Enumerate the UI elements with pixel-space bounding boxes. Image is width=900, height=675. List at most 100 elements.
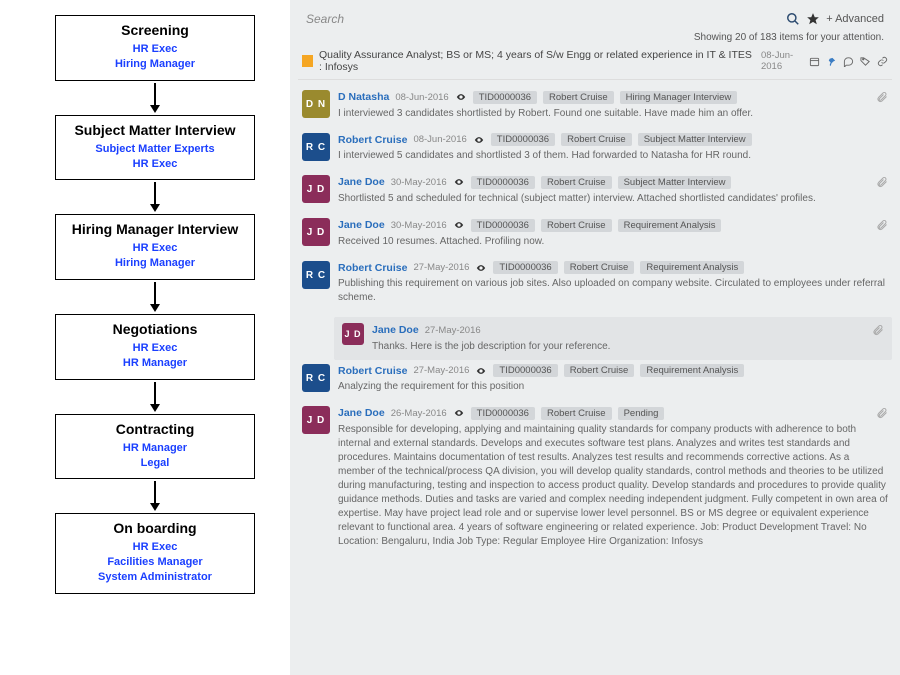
post-tag[interactable]: TID0000036 — [493, 261, 557, 274]
reply: J DJane Doe27-May-2016Thanks. Here is th… — [334, 317, 892, 360]
avatar[interactable]: J D — [302, 406, 330, 434]
feed-post: R C Robert Cruise27-May-2016TID0000036Rob… — [298, 257, 892, 313]
flow-step-title: Contracting — [64, 421, 246, 437]
post-text: Received 10 resumes. Attached. Profiling… — [338, 235, 888, 249]
attachment-icon[interactable] — [876, 406, 888, 420]
post-tag[interactable]: Robert Cruise — [561, 133, 632, 146]
flow-step: Subject Matter InterviewSubject Matter E… — [55, 115, 255, 181]
post-tag[interactable]: TID0000036 — [491, 133, 555, 146]
flow-step: Contracting HR ManagerLegal — [55, 414, 255, 480]
activity-feed-panel: Search + Advanced Showing 20 of 183 item… — [290, 0, 900, 675]
visibility-icon[interactable] — [453, 220, 465, 230]
flow-step-roles: HR ManagerLegal — [64, 441, 246, 471]
post-tag[interactable]: TID0000036 — [471, 407, 535, 420]
status-summary: Showing 20 of 183 items for your attenti… — [694, 32, 884, 43]
feed-post: J D Jane Doe26-May-2016TID0000036Robert C… — [298, 402, 892, 557]
post-body: Jane Doe 30-May-2016 TID0000036 Robert Crui… — [338, 218, 888, 249]
post-tag[interactable]: Subject Matter Interview — [618, 176, 732, 189]
post-tag[interactable]: Robert Cruise — [564, 261, 635, 274]
post-date: 27-May-2016 — [413, 365, 469, 376]
post-tag[interactable]: Robert Cruise — [564, 364, 635, 377]
avatar[interactable]: R C — [302, 133, 330, 161]
visibility-icon[interactable] — [453, 177, 465, 187]
avatar[interactable]: J D — [342, 323, 364, 345]
flow-step-roles: HR ExecHiring Manager — [64, 241, 246, 271]
post-author[interactable]: Jane Doe — [372, 324, 419, 336]
visibility-icon[interactable] — [473, 135, 485, 145]
flow-arrow — [50, 180, 260, 214]
post-header: D Natasha 08-Jun-2016 TID0000036 Robert Cru… — [338, 90, 888, 104]
calendar-icon[interactable] — [809, 56, 820, 67]
advanced-label: Advanced — [835, 13, 884, 25]
attachment-icon[interactable] — [876, 218, 888, 232]
visibility-icon[interactable] — [475, 366, 487, 376]
post-tag[interactable]: TID0000036 — [473, 91, 537, 104]
flow-step-roles: HR ExecHiring Manager — [64, 42, 246, 72]
attachment-icon[interactable] — [876, 90, 888, 104]
post-header: Robert Cruise 27-May-2016 TID0000036 Robert… — [338, 364, 888, 377]
post-text: I interviewed 5 candidates and shortlist… — [338, 149, 888, 163]
post-author[interactable]: Robert Cruise — [338, 262, 407, 274]
flow-arrow — [50, 81, 260, 115]
avatar[interactable]: R C — [302, 261, 330, 289]
tag-icon[interactable] — [860, 56, 871, 67]
avatar[interactable]: J D — [302, 175, 330, 203]
post-text: Shortlisted 5 and scheduled for technica… — [338, 192, 888, 206]
flow-step-roles: HR ExecHR Manager — [64, 341, 246, 371]
search-icon[interactable] — [786, 12, 800, 26]
feed-post: J D Jane Doe30-May-2016TID0000036Robert C… — [298, 171, 892, 214]
avatar[interactable]: J D — [302, 218, 330, 246]
post-author[interactable]: Robert Cruise — [338, 365, 407, 377]
post-body: D Natasha 08-Jun-2016 TID0000036 Robert Cru… — [338, 90, 888, 121]
flow-step-title: On boarding — [64, 520, 246, 536]
post-tag[interactable]: TID0000036 — [471, 176, 535, 189]
post-date: 30-May-2016 — [391, 220, 447, 231]
post-tag[interactable]: TID0000036 — [471, 219, 535, 232]
search-bar: Search + Advanced — [298, 6, 892, 32]
post-tag[interactable]: Requirement Analysis — [618, 219, 722, 232]
post-tag[interactable]: Requirement Analysis — [640, 364, 744, 377]
post-date: 27-May-2016 — [425, 325, 481, 336]
post-tag[interactable]: Subject Matter Interview — [638, 133, 752, 146]
visibility-icon[interactable] — [475, 263, 487, 273]
visibility-icon[interactable] — [455, 92, 467, 102]
post-tag[interactable]: Robert Cruise — [541, 176, 612, 189]
search-input[interactable]: Search — [306, 12, 780, 26]
avatar[interactable]: R C — [302, 364, 330, 392]
visibility-icon[interactable] — [453, 408, 465, 418]
flow-step-roles: HR ExecFacilities ManagerSystem Administ… — [64, 540, 246, 585]
avatar[interactable]: D N — [302, 90, 330, 118]
post-author[interactable]: Jane Doe — [338, 176, 385, 188]
star-icon[interactable] — [806, 12, 820, 26]
post-author[interactable]: D Natasha — [338, 91, 389, 103]
post-header: Robert Cruise08-Jun-2016TID0000036Robert… — [338, 133, 888, 146]
post-tag[interactable]: Robert Cruise — [543, 91, 614, 104]
post-date: 08-Jun-2016 — [395, 92, 448, 103]
post-body: Jane Doe30-May-2016TID0000036Robert Crui… — [338, 175, 888, 206]
post-tag[interactable]: Requirement Analysis — [640, 261, 744, 274]
post-author[interactable]: Jane Doe — [338, 219, 385, 231]
flow-step: NegotiationsHR ExecHR Manager — [55, 314, 255, 380]
post-author[interactable]: Robert Cruise — [338, 134, 407, 146]
ticket-header: Quality Assurance Analyst; BS or MS; 4 y… — [298, 47, 892, 80]
attachment-icon[interactable] — [876, 175, 888, 189]
feed-post: R CRobert Cruise27-May-2016TID0000036Rob… — [298, 360, 892, 402]
post-tag[interactable]: Pending — [618, 407, 665, 420]
post-header: Robert Cruise27-May-2016TID0000036Robert… — [338, 261, 888, 274]
post-tag[interactable]: Robert Cruise — [541, 407, 612, 420]
flow-step-title: Subject Matter Interview — [64, 122, 246, 138]
post-body: Robert Cruise 27-May-2016 TID0000036 Robert… — [338, 364, 888, 394]
flow-arrow — [50, 280, 260, 314]
post-tag[interactable]: Hiring Manager Interview — [620, 91, 738, 104]
ticket-title: Quality Assurance Analyst; BS or MS; 4 y… — [319, 49, 755, 73]
pin-icon[interactable] — [826, 56, 837, 67]
link-icon[interactable] — [877, 56, 888, 67]
post-tag[interactable]: Robert Cruise — [541, 219, 612, 232]
post-tag[interactable]: TID0000036 — [493, 364, 557, 377]
post-body: Jane Doe26-May-2016TID0000036Robert Crui… — [338, 406, 888, 549]
flow-step: Hiring Manager InterviewHR ExecHiring Ma… — [55, 214, 255, 280]
post-author[interactable]: Jane Doe — [338, 407, 385, 419]
comment-icon[interactable] — [843, 56, 854, 67]
advanced-link[interactable]: + Advanced — [826, 13, 884, 25]
attachment-icon[interactable] — [872, 323, 884, 337]
